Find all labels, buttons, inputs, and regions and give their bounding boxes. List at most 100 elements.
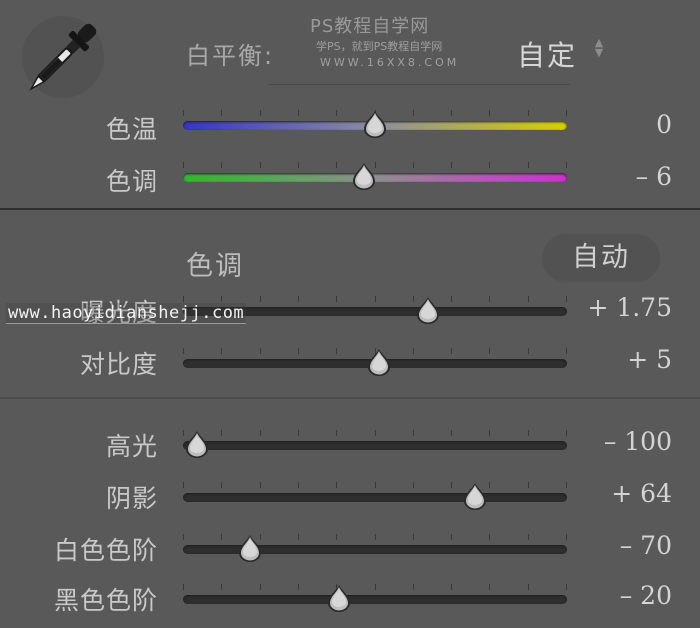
slider-tick [297, 348, 299, 354]
slider-tick [297, 534, 299, 540]
slider-tick [489, 348, 491, 354]
shadows-slider-track[interactable] [183, 493, 567, 502]
slider-tick [451, 430, 453, 436]
slider-tick [297, 584, 299, 590]
slider-tick [259, 430, 261, 436]
highlights-slider-track[interactable] [183, 441, 567, 450]
slider-tick [412, 162, 414, 168]
chevron-down-icon[interactable]: ▼ [592, 47, 606, 58]
slider-tick [336, 296, 338, 302]
slider-tick [374, 534, 376, 540]
temperature-label: 色温 [105, 115, 158, 144]
slider-tick [336, 110, 338, 116]
slider-tick [374, 584, 376, 590]
white-balance-preset[interactable]: 自定 [517, 34, 577, 74]
white-balance-selector[interactable] [22, 16, 104, 98]
tint-value[interactable]: – 6 [562, 162, 672, 191]
highlights-ticks [183, 430, 567, 438]
slider-tick [221, 162, 223, 168]
temperature-slider-thumb[interactable] [361, 109, 389, 139]
slider-tick [374, 296, 376, 302]
slider-tick [259, 482, 261, 488]
tint-slider-thumb[interactable] [350, 161, 378, 191]
temperature-value[interactable]: 0 [562, 110, 672, 139]
slider-tick [183, 482, 184, 488]
slider-tick [527, 110, 529, 116]
exposure-slider-thumb[interactable] [414, 295, 442, 325]
tone-panel: 色调 自动 曝光度 + 1.75 www.haoyidianshejj.com … [0, 212, 700, 628]
slider-tick [527, 584, 529, 590]
shadows-value[interactable]: + 64 [562, 479, 672, 508]
slider-tick [183, 296, 184, 302]
contrast-slider-thumb[interactable] [365, 347, 393, 377]
slider-tick [297, 482, 299, 488]
highlights-label: 高光 [105, 432, 158, 461]
slider-tick [527, 348, 529, 354]
watermark-title: PS教程自学网 [310, 16, 430, 37]
slider-tick [412, 430, 414, 436]
slider-tick [259, 348, 261, 354]
slider-tick [412, 534, 414, 540]
eyedropper-icon [29, 23, 97, 91]
slider-tick [297, 296, 299, 302]
slider-tick [489, 482, 491, 488]
slider-tick [259, 162, 261, 168]
slider-tick [451, 482, 453, 488]
shadows-ticks [183, 482, 567, 490]
slider-tick [527, 482, 529, 488]
slider-tick [489, 162, 491, 168]
slider-tick [451, 296, 453, 302]
blacks-slider-track[interactable] [183, 595, 567, 604]
slider-tick [259, 296, 261, 302]
auto-tone-button[interactable]: 自动 [542, 234, 660, 282]
shadows-slider-thumb[interactable] [461, 481, 489, 511]
slider-tick [221, 296, 223, 302]
white-balance-label: 白平衡: [186, 42, 275, 70]
slider-tick [297, 430, 299, 436]
slider-tick [451, 534, 453, 540]
slider-tick [297, 162, 299, 168]
contrast-label: 对比度 [79, 350, 158, 379]
contrast-value[interactable]: + 5 [562, 345, 672, 374]
slider-tick [297, 110, 299, 116]
blacks-label: 黑色色阶 [53, 586, 158, 615]
slider-tick [221, 534, 223, 540]
white-balance-stepper[interactable]: ▲ ▼ [592, 37, 606, 58]
slider-tick [183, 110, 184, 116]
tone-section-title: 色调 [186, 251, 244, 282]
watermark-url: WWW.16XX8.COM [320, 56, 460, 69]
slider-tick [412, 348, 414, 354]
slider-tick [336, 348, 338, 354]
slider-tick [221, 110, 223, 116]
slider-tick [527, 296, 529, 302]
slider-tick [221, 482, 223, 488]
divider [268, 84, 570, 85]
slider-tick [183, 348, 184, 354]
slider-tick [336, 162, 338, 168]
whites-value[interactable]: – 70 [562, 531, 672, 560]
highlights-value[interactable]: – 100 [562, 427, 672, 456]
shadows-label: 阴影 [105, 484, 158, 513]
whites-slider-thumb[interactable] [236, 533, 264, 563]
slider-tick [183, 162, 184, 168]
slider-tick [374, 430, 376, 436]
slider-tick [451, 584, 453, 590]
slider-tick [336, 430, 338, 436]
slider-tick [451, 162, 453, 168]
slider-tick [489, 584, 491, 590]
slider-tick [489, 296, 491, 302]
slider-tick [451, 110, 453, 116]
watermark-subtitle: 学PS，就到PS教程自学网 [316, 40, 443, 53]
slider-tick [527, 430, 529, 436]
exposure-value[interactable]: + 1.75 [562, 293, 672, 322]
slider-tick [527, 534, 529, 540]
highlights-slider-thumb[interactable] [183, 429, 211, 459]
slider-tick [221, 348, 223, 354]
blacks-slider-thumb[interactable] [325, 583, 353, 613]
slider-tick [221, 584, 223, 590]
slider-tick [489, 110, 491, 116]
whites-label: 白色色阶 [53, 536, 158, 565]
blacks-value[interactable]: – 20 [562, 581, 672, 610]
slider-tick [336, 482, 338, 488]
blacks-ticks [183, 584, 567, 592]
